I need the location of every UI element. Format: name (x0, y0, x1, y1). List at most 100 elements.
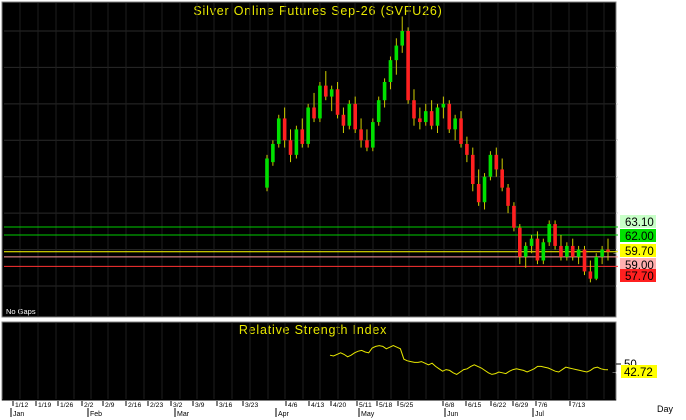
price-level-label: 59.70 (625, 246, 654, 258)
candle-body (318, 85, 322, 119)
y-tick-label: 75.00 (625, 135, 654, 147)
candle-body (488, 154, 493, 177)
candle-body (423, 111, 428, 123)
x-tick-label: 5/25 (400, 402, 413, 409)
candle-body (323, 85, 328, 97)
candle-body (535, 238, 540, 261)
candle-body (418, 118, 422, 123)
candle-body (447, 103, 452, 130)
candle-body (553, 224, 557, 246)
candle-body (265, 158, 269, 188)
candle-body (329, 89, 334, 97)
chart-title: Silver Online Futures Sep-26 (SVFU26) (193, 4, 442, 18)
x-axis-day-label: Day (657, 404, 674, 414)
candle-body (541, 242, 546, 261)
candle-body (412, 100, 416, 119)
candle-body (365, 140, 369, 148)
x-month-label: Jun (447, 411, 458, 418)
candle-body (523, 245, 528, 257)
candle-body (582, 249, 587, 272)
candle-body (341, 114, 346, 126)
x-tick-label: 3/2 (173, 402, 183, 409)
candle-body (506, 187, 510, 206)
candle-body (429, 111, 434, 126)
x-tick-label: 1/19 (38, 402, 51, 409)
x-tick-label: 7/6 (538, 402, 548, 409)
candle-body (406, 31, 410, 101)
candle-body (494, 154, 499, 170)
candle-body (594, 256, 599, 279)
x-tick-label: 6/29 (515, 402, 528, 409)
x-tick-label: 4/13 (311, 402, 324, 409)
candle-body (347, 103, 352, 126)
x-month-label: Jan (13, 411, 24, 418)
candle-body (312, 107, 316, 119)
candle-body (600, 249, 604, 257)
x-tick-label: 3/9 (195, 402, 205, 409)
x-tick-label: 5/11 (359, 402, 372, 409)
price-level-label: 62.00 (625, 231, 654, 243)
candle-body (453, 118, 457, 130)
x-tick-label: 7/13 (572, 402, 585, 409)
candle-body (300, 129, 305, 144)
candle-body (335, 89, 340, 115)
x-tick-label: 2/2 (84, 402, 94, 409)
rsi-last-label: 42.72 (624, 367, 653, 379)
price-panel (1, 1, 617, 318)
candle-body (576, 249, 581, 257)
rsi-title: Relative Strength Index (239, 323, 387, 337)
candle-body (271, 143, 275, 163)
candle-body (441, 103, 446, 108)
x-tick-label: 4/6 (288, 402, 298, 409)
x-tick-label: 1/26 (60, 402, 73, 409)
no-gaps-label: No Gaps (6, 307, 36, 316)
candle-body (282, 118, 287, 141)
x-month-label: May (361, 411, 375, 418)
candle-body (435, 107, 440, 126)
x-month-label: Apr (278, 411, 290, 418)
candle-body (588, 271, 593, 279)
price-level-labels: 63.1062.0059.7059.0057.70 (620, 215, 656, 283)
x-month-label: Feb (90, 411, 102, 418)
x-tick-label: 5/18 (379, 402, 392, 409)
candle-body (570, 245, 575, 257)
x-tick-label: 3/23 (245, 402, 258, 409)
x-tick-label: 2/9 (105, 402, 115, 409)
candle-body (470, 154, 475, 184)
x-tick-label: 6/22 (493, 402, 506, 409)
x-tick-label: 1/12 (15, 402, 28, 409)
candle-body (306, 107, 310, 144)
candle-body (559, 245, 563, 257)
candle-body (394, 45, 399, 61)
candle-body (359, 129, 363, 141)
x-tick-label: 4/20 (333, 402, 346, 409)
price-level-label: 63.10 (625, 217, 654, 229)
x-tick-label: 3/16 (219, 402, 232, 409)
price-level-label: 57.70 (625, 271, 654, 283)
candle-body (606, 249, 610, 252)
x-tick-label: 2/23 (150, 402, 163, 409)
y-tick-label: 85.00 (625, 62, 654, 74)
candle-body (547, 224, 552, 243)
candle-body (388, 60, 393, 82)
candle-body (353, 103, 357, 130)
candle-body (565, 245, 569, 257)
candle-body (518, 227, 522, 257)
candle-body (482, 176, 487, 203)
candle-body (476, 184, 481, 203)
candle-body (288, 140, 293, 155)
x-month-label: Mar (177, 411, 190, 418)
candle-body (459, 118, 463, 144)
rsi-last-marker: → (611, 367, 619, 376)
price-chart[interactable]: Silver Online Futures Sep-26 (SVFU26) No… (0, 0, 686, 420)
candle-body (512, 205, 516, 228)
candle-body (376, 100, 381, 123)
candle-body (400, 31, 405, 46)
candle-body (371, 122, 375, 148)
x-month-label: Jul (535, 411, 544, 418)
y-tick-label: 90.00 (625, 26, 654, 38)
candle-body (382, 82, 387, 101)
x-tick-label: 2/16 (128, 402, 141, 409)
x-tick-label: 6/15 (468, 402, 481, 409)
x-tick-label: 6/8 (445, 402, 455, 409)
